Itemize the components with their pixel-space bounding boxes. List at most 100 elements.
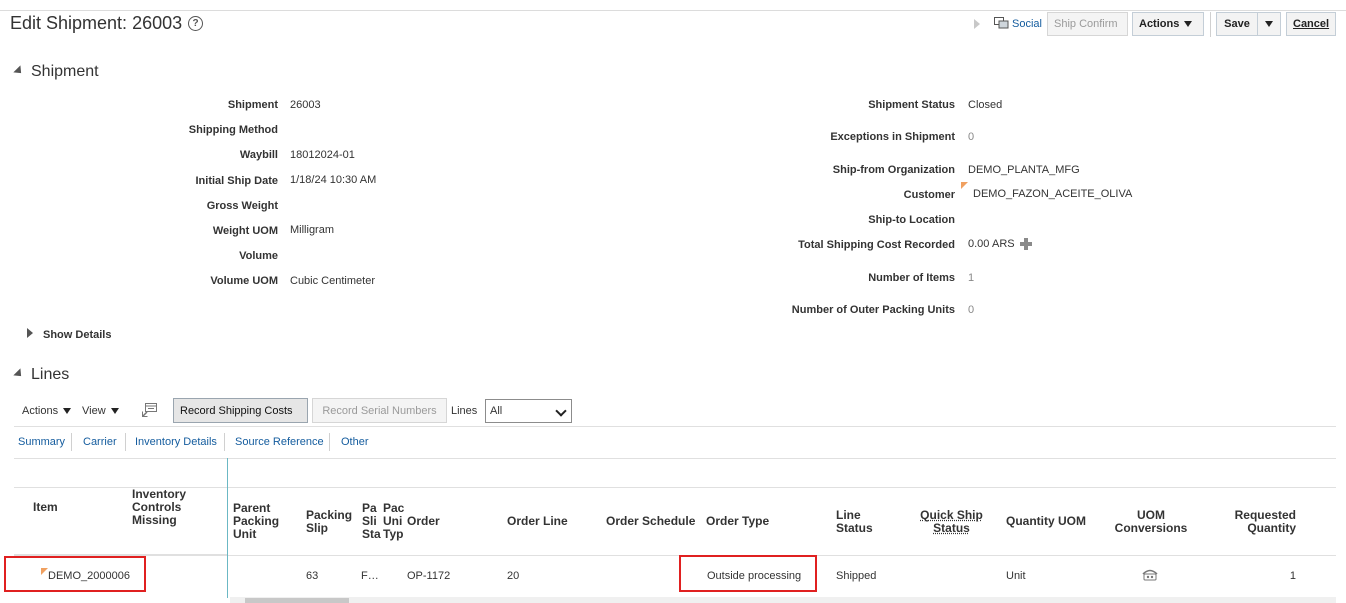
highlight-box-order-type [679, 555, 817, 592]
chevron-down-icon [555, 405, 567, 417]
column-header-line-status[interactable]: Line Status [836, 509, 873, 535]
chevron-down-icon [63, 408, 72, 415]
header-actions-button[interactable]: Actions [1132, 12, 1204, 36]
column-header-line: Conversions [1114, 521, 1188, 535]
field-label-volume: Volume [239, 250, 278, 262]
field-value-outer-packing-units: 0 [968, 304, 975, 316]
lines-filter-select[interactable]: All [485, 399, 572, 423]
add-cost-icon[interactable] [1020, 238, 1032, 250]
column-header-quantity-uom[interactable]: Quantity UOM [1006, 515, 1086, 528]
column-header-quick-ship-status[interactable]: Quick Ship Status [918, 509, 985, 535]
column-header-order-type[interactable]: Order Type [706, 515, 769, 528]
show-details-toggle[interactable]: Show Details [43, 329, 111, 341]
social-link[interactable]: Social [1012, 18, 1042, 30]
field-label-shipping-method: Shipping Method [188, 124, 278, 136]
cancel-button[interactable]: Cancel [1286, 12, 1336, 36]
social-chat-icon[interactable] [994, 17, 1009, 30]
record-shipping-costs-button[interactable]: Record Shipping Costs [173, 398, 308, 423]
page-title: Edit Shipment: 26003 [10, 13, 183, 33]
column-header-parent-packing-unit[interactable]: Parent Packing Unit [233, 502, 279, 541]
lines-actions-menu[interactable]: Actions [22, 405, 72, 417]
ship-confirm-button[interactable]: Ship Confirm [1047, 12, 1128, 36]
subtab-other[interactable]: Other [341, 436, 369, 448]
column-header-line: Slip [306, 521, 329, 535]
subtab-separator [125, 433, 126, 451]
table-row[interactable] [14, 555, 1336, 595]
field-value-weight-uom: Milligram [290, 224, 334, 236]
column-header-packing-slip-status[interactable]: Pa Sli Sta [362, 502, 381, 541]
lines-actions-label: Actions [22, 405, 59, 417]
field-value-initial-ship-date: 1/18/24 10:30 AM [290, 174, 377, 186]
field-label-weight-uom: Weight UOM [212, 225, 278, 237]
lines-view-menu[interactable]: View [82, 405, 119, 417]
horizontal-scrollbar[interactable] [230, 597, 1336, 603]
column-header-order[interactable]: Order [407, 515, 440, 528]
cell-packing-slip-status: F… [361, 570, 379, 582]
field-value-exceptions: 0 [968, 131, 975, 143]
column-header-item[interactable]: Item [33, 501, 58, 514]
field-label-exceptions: Exceptions in Shipment [830, 131, 955, 143]
collapse-arrow-icon[interactable] [974, 19, 980, 29]
highlight-box-item [4, 556, 146, 592]
subtab-source-reference[interactable]: Source Reference [235, 436, 324, 448]
column-header-order-schedule[interactable]: Order Schedule [606, 515, 695, 528]
cell-order-line: 20 [507, 570, 520, 582]
record-serial-numbers-button[interactable]: Record Serial Numbers [312, 398, 447, 423]
total-shipping-cost-link[interactable]: 0.00 [968, 238, 989, 250]
column-header-order-line[interactable]: Order Line [507, 515, 568, 528]
lines-view-label: View [82, 405, 106, 417]
detach-table-icon[interactable] [142, 403, 157, 417]
cell-quantity-uom: Unit [1006, 570, 1026, 582]
ship-from-organization-link[interactable]: DEMO_PLANTA_MFG [968, 164, 1080, 176]
column-header-line: Quantity [1247, 521, 1296, 535]
column-header-line: Missing [132, 513, 177, 527]
subtab-summary[interactable]: Summary [18, 436, 65, 448]
subtab-carrier[interactable]: Carrier [83, 436, 117, 448]
save-menu-button[interactable] [1257, 12, 1281, 36]
note-flag-icon [961, 182, 968, 189]
field-label-ship-from-organization: Ship-from Organization [832, 164, 955, 176]
column-header-requested-quantity[interactable]: Requested Quantity [1226, 509, 1296, 535]
chevron-down-icon [110, 408, 119, 415]
field-label-customer: Customer [903, 189, 955, 201]
cell-packing-slip: 63 [306, 570, 319, 582]
subtab-separator [224, 433, 225, 451]
field-value-customer: DEMO_FAZON_ACEITE_OLIVA [973, 188, 1133, 200]
help-circle-icon[interactable]: ? [188, 16, 203, 31]
column-header-packing-slip[interactable]: Packing Slip [306, 509, 352, 535]
column-header-line: Typ [383, 527, 404, 541]
field-label-initial-ship-date: Initial Ship Date [195, 175, 278, 187]
chevron-down-icon [1265, 21, 1273, 28]
order-link[interactable]: OP-1172 [407, 570, 450, 582]
cell-requested-quantity: 1 [1289, 570, 1296, 582]
field-label-gross-weight: Gross Weight [206, 200, 278, 212]
header-actions-label: Actions [1139, 18, 1180, 30]
column-header-line: Sta [362, 527, 381, 541]
lines-section-heading: Lines [31, 366, 70, 383]
subtab-separator [329, 433, 330, 451]
scrollbar-thumb[interactable] [245, 598, 349, 603]
save-button[interactable]: Save [1216, 12, 1258, 36]
column-header-line: Status [933, 521, 970, 535]
field-value-shipment: 26003 [290, 99, 321, 111]
shipping-cost-currency: ARS [992, 238, 1015, 250]
column-header-uom-conversions[interactable]: UOM Conversions [1112, 509, 1190, 535]
field-value-volume-uom: Cubic Centimeter [290, 275, 375, 287]
column-header-inventory-controls-missing[interactable]: Inventory Controls Missing [132, 488, 186, 527]
column-header-packing-unit-type[interactable]: Pac Uni Typ [383, 502, 404, 541]
column-header-line: Unit [233, 527, 257, 541]
field-label-total-shipping-cost: Total Shipping Cost Recorded [798, 239, 955, 251]
section-collapse-icon[interactable] [13, 65, 25, 77]
uom-conversion-icon[interactable] [1142, 569, 1158, 581]
subtab-inventory-details[interactable]: Inventory Details [135, 436, 217, 448]
field-label-shipment: Shipment [227, 99, 278, 111]
detail-subtabs: Summary Carrier Inventory Details Source… [14, 426, 1336, 459]
lines-collapse-icon[interactable] [13, 368, 25, 380]
field-label-waybill: Waybill [239, 149, 278, 161]
chevron-down-icon [1184, 21, 1193, 28]
cell-line-status: Shipped [836, 570, 877, 582]
column-header-line: Status [836, 521, 873, 535]
field-label-outer-packing-units: Number of Outer Packing Units [791, 304, 955, 316]
expand-arrow-icon[interactable] [27, 328, 33, 338]
field-label-shipment-status: Shipment Status [868, 99, 955, 111]
